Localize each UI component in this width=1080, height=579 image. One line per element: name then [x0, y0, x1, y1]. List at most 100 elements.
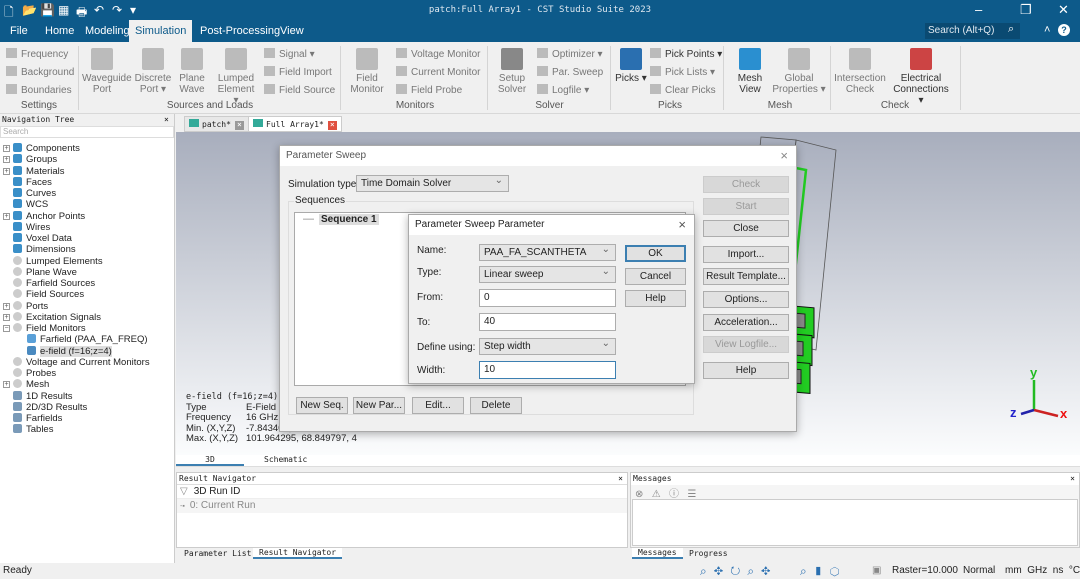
- close-icon[interactable]: ×: [1070, 473, 1075, 485]
- tab-messages[interactable]: Messages: [632, 548, 683, 559]
- result-template-button[interactable]: Result Template...: [703, 268, 789, 285]
- ribbon-button[interactable]: Plane Wave: [176, 48, 208, 95]
- ribbon-button[interactable]: Intersection Check: [834, 48, 886, 95]
- close-icon[interactable]: ×: [780, 146, 788, 166]
- acceleration-button[interactable]: Acceleration...: [703, 314, 789, 331]
- close-icon[interactable]: ×: [234, 121, 244, 130]
- expand-toggle[interactable]: +: [3, 381, 10, 389]
- doc-tab[interactable]: patch* ×: [184, 116, 249, 132]
- quick-access-icon[interactable]: ↶: [94, 3, 104, 17]
- expand-toggle[interactable]: +: [3, 167, 10, 175]
- filter-icon[interactable]: ▽: [177, 486, 194, 497]
- tree-item[interactable]: Mesh: [13, 379, 49, 390]
- tree-item[interactable]: Tables: [13, 424, 53, 435]
- close-button[interactable]: ✕: [1058, 2, 1069, 18]
- info-filter-icon[interactable]: ⓘ: [669, 489, 679, 500]
- tree-item[interactable]: Voltage and Current Monitors: [13, 356, 150, 368]
- tab-view[interactable]: View: [274, 20, 310, 42]
- quick-access-icon[interactable]: 📂: [22, 3, 37, 17]
- search-input[interactable]: Search (Alt+Q): [925, 23, 1020, 39]
- ribbon-item[interactable]: Signal ▾: [264, 48, 315, 60]
- expand-toggle[interactable]: +: [3, 212, 10, 220]
- ok-button[interactable]: OK: [625, 245, 686, 262]
- tree-item[interactable]: Probes: [13, 368, 56, 379]
- tab-progress[interactable]: Progress: [689, 549, 728, 558]
- tab-modeling[interactable]: Modeling: [79, 20, 136, 42]
- ribbon-item[interactable]: Voltage Monitor: [396, 48, 481, 60]
- from-input[interactable]: 0: [479, 289, 616, 307]
- tab-result-navigator[interactable]: Result Navigator: [253, 548, 343, 559]
- ribbon-item[interactable]: Par. Sweep: [537, 66, 603, 78]
- minimize-button[interactable]: –: [975, 2, 982, 17]
- tree-item[interactable]: Faces: [13, 176, 52, 188]
- raster-value[interactable]: Raster=10.000: [892, 563, 958, 579]
- ribbon-button[interactable]: Setup Solver: [494, 48, 530, 95]
- expand-toggle[interactable]: +: [3, 156, 10, 164]
- quick-access-icon[interactable]: ▾: [130, 3, 136, 17]
- ribbon-button[interactable]: Discrete Port ▾: [134, 48, 172, 95]
- tree-item[interactable]: Lumped Elements: [13, 255, 103, 267]
- quick-access-icon[interactable]: ▦: [58, 3, 69, 17]
- table-row[interactable]: -▪ 0: Current Run: [177, 499, 627, 513]
- quick-access-icon[interactable]: 💾: [40, 3, 55, 17]
- expand-toggle[interactable]: +: [3, 302, 10, 310]
- tree-item[interactable]: Anchor Points: [13, 210, 85, 222]
- tree-item[interactable]: Field Monitors: [13, 323, 86, 334]
- close-button[interactable]: Close: [703, 220, 789, 237]
- view-logfile-button[interactable]: View Logfile...: [703, 336, 789, 353]
- ribbon-button[interactable]: Global Properties ▾: [772, 48, 826, 95]
- ribbon-item[interactable]: Boundaries: [6, 84, 72, 96]
- start-button[interactable]: Start: [703, 198, 789, 215]
- tab-schematic[interactable]: Schematic: [264, 455, 307, 464]
- ribbon-item[interactable]: Frequency: [6, 48, 68, 60]
- tree-item[interactable]: Groups: [13, 154, 57, 165]
- doc-tab[interactable]: Full Array1* ×: [248, 116, 342, 132]
- type-select[interactable]: Linear sweep: [479, 264, 616, 283]
- tab-post-processing[interactable]: Post-Processing: [194, 20, 286, 42]
- sequence-item[interactable]: Sequence 1: [319, 214, 379, 225]
- tree-item[interactable]: e-field (f=16;z=4): [27, 345, 112, 357]
- tab-3d[interactable]: 3D: [176, 455, 244, 466]
- view-tools[interactable]: ⌕✥↻⌕✥: [700, 563, 778, 579]
- ribbon-item[interactable]: Optimizer ▾: [537, 48, 603, 60]
- tab-file[interactable]: File: [4, 20, 34, 42]
- zoom-tools[interactable]: ⌕▮⬡: [800, 563, 846, 579]
- tree-item[interactable]: 2D/3D Results: [13, 401, 87, 413]
- close-icon[interactable]: ×: [164, 114, 169, 126]
- tree-item[interactable]: Farfield Sources: [13, 278, 95, 289]
- tree-item[interactable]: Field Sources: [13, 289, 84, 300]
- ribbon-item[interactable]: Field Source: [264, 84, 335, 96]
- error-filter-icon[interactable]: ⊗: [635, 489, 643, 500]
- ribbon-button[interactable]: Field Monitor: [346, 48, 388, 95]
- tree-item[interactable]: Excitation Signals: [13, 311, 101, 323]
- ribbon-button[interactable]: Picks ▾: [615, 48, 647, 84]
- collapse-ribbon-button[interactable]: ˄: [1044, 24, 1050, 36]
- nav-search-input[interactable]: Search: [0, 126, 174, 138]
- import-button[interactable]: Import...: [703, 246, 789, 263]
- ribbon-item[interactable]: Field Import: [264, 66, 332, 78]
- ribbon-item[interactable]: Pick Lists ▾: [650, 66, 715, 78]
- new-seq-button[interactable]: New Seq.: [296, 397, 348, 414]
- check-button[interactable]: Check: [703, 176, 789, 193]
- tree-item[interactable]: Wires: [13, 221, 50, 233]
- expand-toggle[interactable]: +: [3, 313, 10, 321]
- tab-parameter-list[interactable]: Parameter List: [184, 549, 251, 558]
- tree-item[interactable]: Plane Wave: [13, 266, 77, 278]
- close-icon[interactable]: ×: [618, 473, 623, 485]
- help-icon[interactable]: ?: [1058, 24, 1070, 36]
- cancel-button[interactable]: Cancel: [625, 268, 686, 285]
- tree-item[interactable]: Farfields: [13, 413, 62, 424]
- options-button[interactable]: Options...: [703, 291, 789, 308]
- width-input[interactable]: 10: [479, 361, 616, 379]
- tree-item[interactable]: Components: [13, 143, 80, 154]
- tab-home[interactable]: Home: [39, 20, 80, 42]
- view-mode[interactable]: Normal: [963, 563, 995, 579]
- ribbon-button[interactable]: Waveguide Port: [82, 48, 132, 95]
- ribbon-button[interactable]: Lumped Element ▾: [214, 48, 258, 106]
- delete-button[interactable]: Delete: [470, 397, 522, 414]
- close-icon[interactable]: ×: [327, 121, 337, 130]
- tree-item[interactable]: Farfield (PAA_FA_FREQ): [27, 334, 148, 345]
- units[interactable]: mm GHz ns °C: [1005, 563, 1080, 579]
- tree-item[interactable]: Dimensions: [13, 244, 76, 255]
- warning-filter-icon[interactable]: ⚠: [652, 489, 661, 500]
